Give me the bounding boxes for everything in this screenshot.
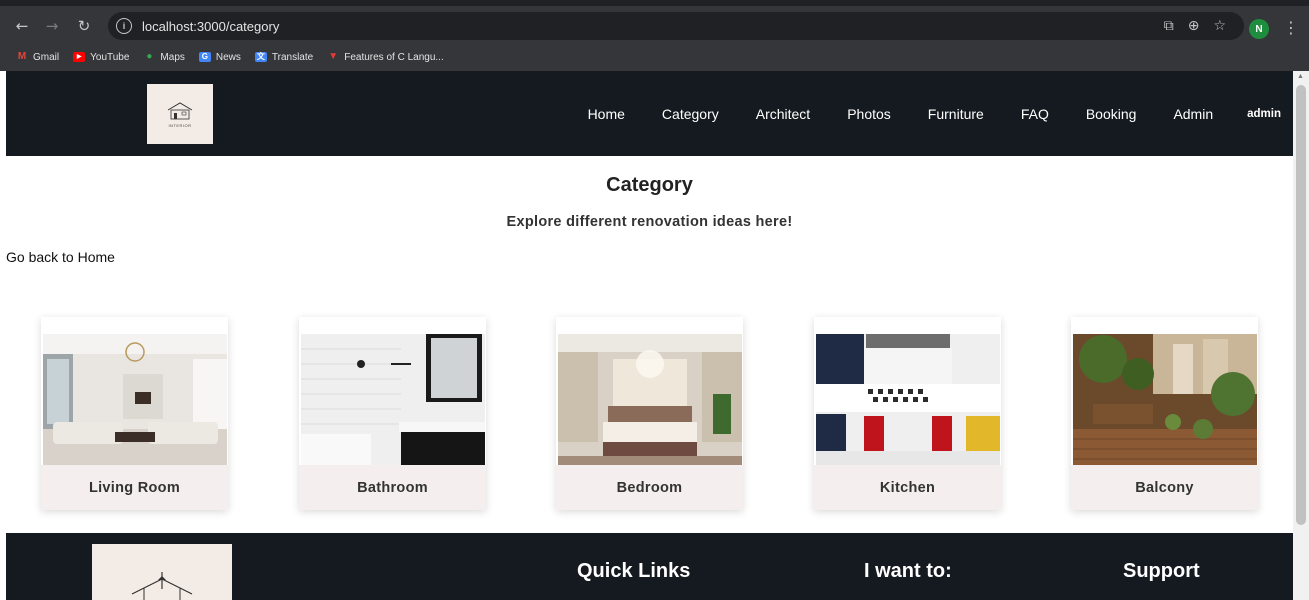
balcony-photo-icon bbox=[1073, 334, 1257, 465]
bookmark-c-language[interactable]: ▼ Features of C Langu... bbox=[327, 51, 444, 63]
bookmarks-bar: M Gmail ▶ YouTube ● Maps G News 文 Transl… bbox=[0, 46, 1309, 68]
scroll-up-arrow-icon[interactable]: ▲ bbox=[1297, 73, 1304, 80]
zoom-icon[interactable]: ⊕ bbox=[1188, 18, 1200, 34]
category-card-balcony[interactable]: Balcony bbox=[1071, 317, 1258, 510]
bookmark-label: News bbox=[215, 51, 241, 63]
nav-furniture[interactable]: Furniture bbox=[928, 106, 984, 122]
youtube-icon: ▶ bbox=[73, 52, 86, 62]
logo-text: INTERIOR bbox=[168, 122, 192, 128]
nav-category[interactable]: Category bbox=[662, 106, 719, 122]
nav-faq[interactable]: FAQ bbox=[1021, 106, 1049, 122]
category-label: Bathroom bbox=[299, 465, 486, 510]
translate-icon: 文 bbox=[254, 52, 267, 62]
profile-avatar[interactable]: N bbox=[1249, 19, 1269, 39]
bookmark-translate[interactable]: 文 Translate bbox=[254, 51, 314, 63]
page-scrollbar[interactable]: ▲ bbox=[1293, 71, 1309, 600]
bedroom-photo-icon bbox=[558, 334, 742, 465]
main-nav: Home Category Architect Photos Furniture… bbox=[551, 71, 1293, 156]
category-label: Living Room bbox=[41, 465, 228, 510]
site-footer: Quick Links I want to: Support bbox=[6, 533, 1293, 600]
news-icon: G bbox=[198, 52, 211, 62]
kitchen-photo-icon bbox=[816, 334, 1000, 465]
nav-photos[interactable]: Photos bbox=[847, 106, 891, 122]
nav-home[interactable]: Home bbox=[588, 106, 625, 122]
footer-i-want-to-heading: I want to: bbox=[864, 560, 952, 582]
site-info-icon[interactable]: i bbox=[116, 18, 132, 34]
category-card-bathroom[interactable]: Bathroom bbox=[299, 317, 486, 510]
maps-pin-icon: ● bbox=[146, 51, 153, 62]
footer-support-heading: Support bbox=[1123, 560, 1200, 582]
category-card-living-room[interactable]: Living Room bbox=[41, 317, 228, 510]
page-subtitle: Explore different renovation ideas here! bbox=[506, 214, 793, 230]
category-cards: Living Room Bathroom Bedroom Kitchen Bal… bbox=[6, 317, 1293, 513]
site-header: INTERIOR Home Category Architect Photos … bbox=[6, 71, 1293, 156]
bookmark-star-icon[interactable]: ☆ bbox=[1213, 18, 1226, 34]
page-title: Category bbox=[606, 174, 693, 196]
bookmark-news[interactable]: G News bbox=[198, 51, 241, 63]
browser-toolbar: ← → ↻ i localhost:3000/category ⧉ ⊕ ☆ N … bbox=[0, 6, 1309, 46]
category-label: Kitchen bbox=[814, 465, 1001, 510]
bathroom-photo-icon bbox=[301, 334, 485, 465]
page-viewport: INTERIOR Home Category Architect Photos … bbox=[6, 71, 1293, 600]
category-card-bedroom[interactable]: Bedroom bbox=[556, 317, 743, 510]
browser-chrome: ← → ↻ i localhost:3000/category ⧉ ⊕ ☆ N … bbox=[0, 0, 1309, 71]
triangle-logo-icon: ▼ bbox=[328, 51, 339, 62]
bookmark-label: Features of C Langu... bbox=[344, 51, 444, 63]
site-logo[interactable]: INTERIOR bbox=[147, 84, 213, 144]
living-room-photo-icon bbox=[43, 334, 227, 465]
back-arrow-icon[interactable]: ← bbox=[10, 17, 34, 35]
cast-icon[interactable]: ⧉ bbox=[1164, 18, 1174, 34]
bookmark-gmail[interactable]: M Gmail bbox=[16, 52, 59, 63]
house-logo-icon bbox=[167, 101, 193, 119]
bookmark-label: Maps bbox=[160, 51, 185, 63]
category-card-kitchen[interactable]: Kitchen bbox=[814, 317, 1001, 510]
address-url[interactable]: localhost:3000/category bbox=[142, 19, 279, 34]
bookmark-label: YouTube bbox=[90, 51, 130, 63]
forward-arrow-icon[interactable]: → bbox=[40, 17, 64, 35]
back-to-home-link[interactable]: Go back to Home bbox=[6, 249, 115, 265]
house-logo-icon bbox=[131, 572, 193, 600]
nav-architect[interactable]: Architect bbox=[756, 106, 810, 122]
nav-admin[interactable]: Admin bbox=[1173, 106, 1213, 122]
user-account-link[interactable]: admin bbox=[1247, 108, 1281, 120]
scrollbar-thumb[interactable] bbox=[1296, 85, 1306, 525]
category-label: Bedroom bbox=[556, 465, 743, 510]
gmail-icon: M bbox=[17, 51, 27, 62]
reload-icon[interactable]: ↻ bbox=[72, 17, 96, 35]
address-bar[interactable]: i localhost:3000/category ⧉ ⊕ ☆ bbox=[108, 12, 1244, 40]
nav-booking[interactable]: Booking bbox=[1086, 106, 1137, 122]
browser-menu-icon[interactable]: ⋮ bbox=[1283, 18, 1299, 37]
bookmark-label: Gmail bbox=[33, 51, 60, 63]
category-label: Balcony bbox=[1071, 465, 1258, 510]
bookmark-label: Translate bbox=[271, 51, 314, 63]
footer-quick-links-heading: Quick Links bbox=[577, 560, 691, 582]
footer-logo[interactable] bbox=[92, 544, 232, 600]
bookmark-youtube[interactable]: ▶ YouTube bbox=[73, 52, 129, 63]
bookmark-maps[interactable]: ● Maps bbox=[143, 52, 184, 63]
